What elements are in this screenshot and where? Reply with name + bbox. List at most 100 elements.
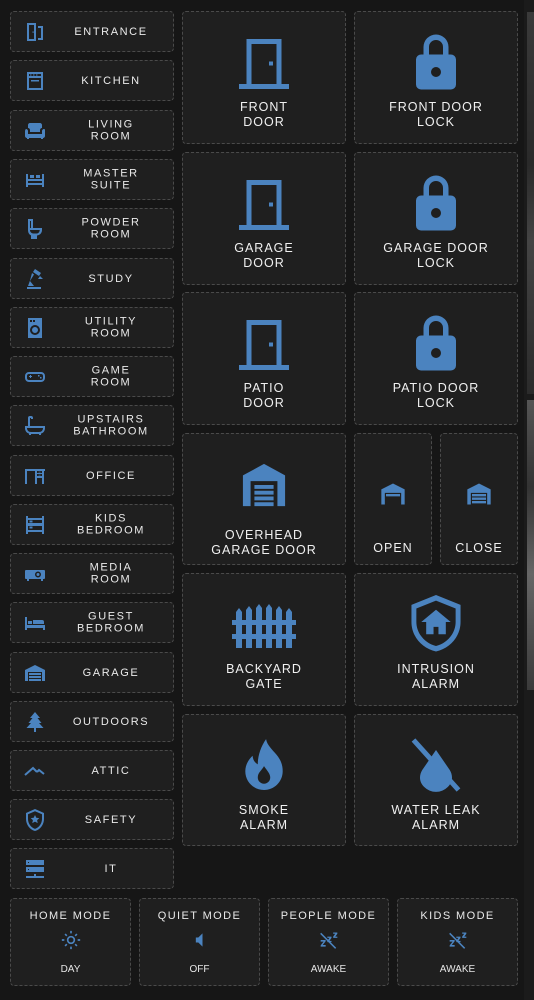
room-button-guest-bedroom[interactable]: GUEST BEDROOM: [10, 602, 174, 643]
security-shield-icon: [26, 808, 44, 831]
room-button-media-room[interactable]: MEDIA ROOM: [10, 553, 174, 594]
mode-title: KIDS MODE: [420, 910, 495, 922]
tile-overhead-garage-door[interactable]: OVERHEAD GARAGE DOOR: [182, 433, 346, 565]
mode-card-quiet[interactable]: QUIET MODE OFF: [139, 898, 260, 986]
mode-value: DAY: [60, 964, 81, 975]
shield-home-icon: [411, 595, 461, 652]
water-off-icon: [411, 738, 461, 792]
gate-icon: [232, 604, 296, 648]
tile-label: FRONT DOOR: [239, 100, 289, 129]
background-image-edge: [524, 0, 534, 1000]
roof-icon: [24, 766, 45, 776]
background-photo: [527, 12, 534, 394]
tile-label: INTRUSION ALARM: [397, 662, 475, 691]
mode-title: PEOPLE MODE: [280, 910, 377, 922]
room-label: UPSTAIRS BATHROOM: [73, 413, 149, 438]
sun-icon: [61, 930, 80, 950]
tile-garage-close[interactable]: CLOSE: [440, 433, 518, 565]
toilet-icon: [28, 218, 42, 239]
room-button-game-room[interactable]: GAME ROOM: [10, 356, 174, 397]
room-label: POWDER ROOM: [81, 216, 141, 241]
washing-machine-icon: [28, 317, 42, 338]
tile-patio-door-lock[interactable]: PATIO DOOR LOCK: [354, 292, 518, 425]
tile-intrusion-alarm[interactable]: INTRUSION ALARM: [354, 573, 518, 706]
tile-backyard-gate[interactable]: BACKYARD GATE: [182, 573, 346, 706]
bunk-bed-icon: [26, 515, 44, 534]
room-button-study[interactable]: STUDY: [10, 258, 174, 299]
desk-lamp-icon: [27, 268, 43, 289]
room-label: KITCHEN: [81, 74, 141, 87]
room-button-garage[interactable]: GARAGE: [10, 652, 174, 693]
speaker-icon: [195, 933, 202, 947]
fire-icon: [245, 739, 283, 790]
room-button-attic[interactable]: ATTIC: [10, 750, 174, 791]
tile-smoke-alarm[interactable]: SMOKE ALARM: [182, 714, 346, 846]
mode-value: OFF: [189, 964, 210, 975]
tile-front-door[interactable]: FRONT DOOR: [182, 11, 346, 144]
tile-label: BACKYARD GATE: [226, 662, 302, 691]
room-button-office[interactable]: OFFICE: [10, 455, 174, 496]
room-label: ENTRANCE: [74, 25, 148, 38]
room-button-powder-room[interactable]: POWDER ROOM: [10, 208, 174, 249]
tile-garage-door-lock[interactable]: GARAGE DOOR LOCK: [354, 152, 518, 285]
stove-icon: [27, 71, 43, 90]
tile-label: GARAGE DOOR: [234, 241, 294, 270]
room-button-outdoors[interactable]: OUTDOORS: [10, 701, 174, 742]
room-button-kitchen[interactable]: KITCHEN: [10, 60, 174, 101]
door-entrance-icon: [27, 22, 43, 41]
room-label: OFFICE: [86, 469, 136, 482]
bed-icon: [26, 173, 44, 187]
garage-open-icon: [381, 483, 405, 505]
lock-icon: [416, 315, 456, 371]
lock-icon: [416, 34, 456, 90]
room-label: KIDS BEDROOM: [76, 512, 146, 537]
room-label: UTILITY ROOM: [84, 315, 138, 340]
background-photo: [527, 400, 534, 690]
room-button-master-suite[interactable]: MASTER SUITE: [10, 159, 174, 200]
room-label: MASTER SUITE: [83, 167, 139, 192]
gamepad-icon: [25, 371, 45, 382]
mode-card-people[interactable]: PEOPLE MODE AWAKE: [268, 898, 389, 986]
tile-garage-door[interactable]: GARAGE DOOR: [182, 152, 346, 285]
tile-label: OPEN: [373, 541, 413, 555]
mode-card-kids[interactable]: KIDS MODE AWAKE: [397, 898, 518, 986]
room-button-kids-bedroom[interactable]: KIDS BEDROOM: [10, 504, 174, 545]
garage-close-icon: [467, 483, 491, 505]
tile-front-door-lock[interactable]: FRONT DOOR LOCK: [354, 11, 518, 144]
door-closed-icon: [239, 320, 289, 370]
room-label: GAME ROOM: [90, 364, 132, 389]
bathtub-icon: [25, 415, 45, 435]
garage-icon: [25, 664, 45, 681]
desk-icon: [25, 468, 45, 484]
tile-label: CLOSE: [455, 541, 503, 555]
sleep-off-icon: [448, 932, 466, 949]
room-button-utility-room[interactable]: UTILITY ROOM: [10, 307, 174, 348]
room-label: IT: [104, 862, 118, 875]
pine-tree-icon: [26, 711, 44, 732]
room-label: GUEST BEDROOM: [76, 610, 146, 635]
room-button-entrance[interactable]: ENTRANCE: [10, 11, 174, 52]
projector-icon: [25, 569, 45, 581]
mode-value: AWAKE: [439, 964, 476, 975]
tile-patio-door[interactable]: PATIO DOOR: [182, 292, 346, 425]
room-button-upstairs-bathroom[interactable]: UPSTAIRS BATHROOM: [10, 405, 174, 446]
room-button-living-room[interactable]: LIVING ROOM: [10, 110, 174, 151]
room-label: ATTIC: [91, 764, 131, 777]
tile-label: OVERHEAD GARAGE DOOR: [211, 528, 317, 557]
door-closed-icon: [239, 39, 289, 89]
tile-garage-open[interactable]: OPEN: [354, 433, 432, 565]
mode-value: AWAKE: [310, 964, 347, 975]
single-bed-icon: [25, 616, 45, 630]
door-closed-icon: [239, 180, 289, 230]
sofa-icon: [25, 122, 46, 139]
tile-water-leak-alarm[interactable]: WATER LEAK ALARM: [354, 714, 518, 846]
tile-label: PATIO DOOR: [243, 381, 285, 410]
lock-icon: [416, 175, 456, 231]
room-label: OUTDOORS: [72, 715, 150, 728]
room-label: LIVING ROOM: [88, 118, 134, 143]
room-label: SAFETY: [84, 813, 138, 826]
room-button-it[interactable]: IT: [10, 848, 174, 889]
mode-card-home[interactable]: HOME MODE DAY: [10, 898, 131, 986]
room-button-safety[interactable]: SAFETY: [10, 799, 174, 840]
garage-closed-icon: [242, 463, 286, 507]
